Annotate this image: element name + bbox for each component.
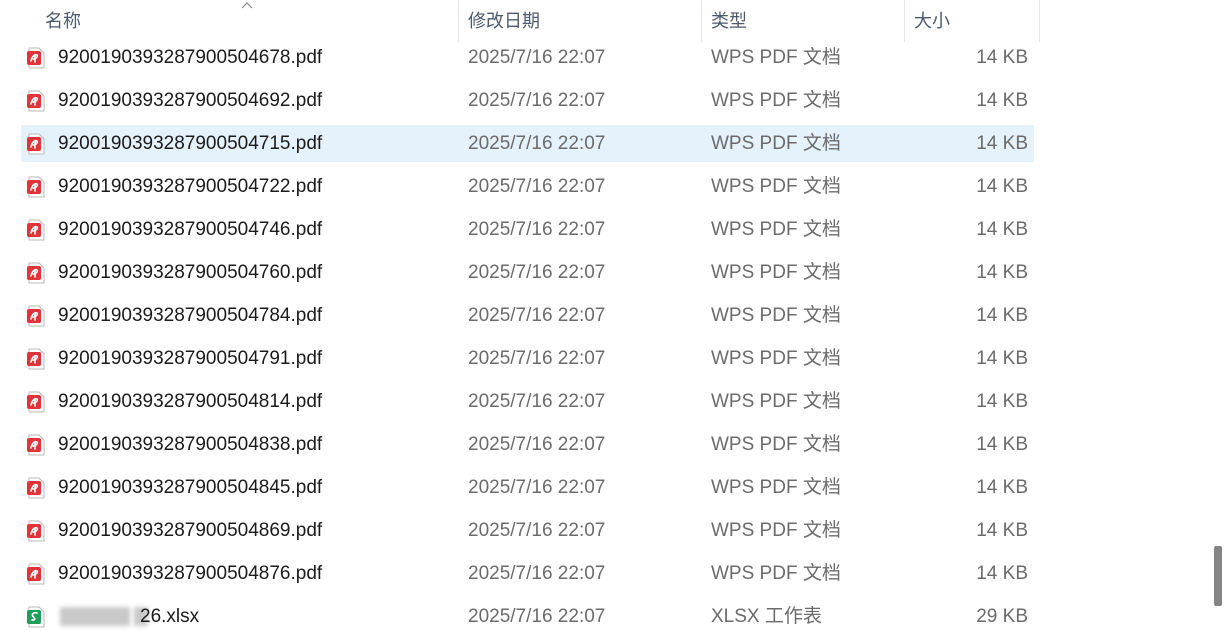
pdf-icon	[27, 305, 45, 327]
column-header: 名称 修改日期 类型 大小	[0, 0, 1227, 42]
file-date: 2025/7/16 22:07	[468, 477, 606, 498]
file-type: WPS PDF 文档	[711, 176, 841, 197]
file-size: 14 KB	[976, 47, 1028, 68]
file-name: 9200190393287900504746.pdf	[58, 219, 323, 240]
file-name: 9200190393287900504692.pdf	[58, 90, 323, 111]
file-date: 2025/7/16 22:07	[468, 305, 606, 326]
file-row[interactable]: 9200190393287900504876.pdf 2025/7/16 22:0…	[21, 555, 1034, 592]
file-size: 14 KB	[976, 520, 1028, 541]
pdf-icon	[27, 262, 45, 284]
file-name: 9200190393287900504791.pdf	[58, 348, 323, 369]
pdf-icon	[27, 90, 45, 112]
file-size: 14 KB	[976, 262, 1028, 283]
file-row[interactable]: 26.xlsx 2025/7/16 22:07 XLSX 工作表 29 KB	[21, 598, 1034, 633]
file-name: 9200190393287900504722.pdf	[58, 176, 323, 197]
file-name: 9200190393287900504784.pdf	[58, 305, 323, 326]
file-date: 2025/7/16 22:07	[468, 262, 606, 283]
file-type: WPS PDF 文档	[711, 391, 841, 412]
pdf-icon	[27, 477, 45, 499]
pdf-icon	[27, 348, 45, 370]
file-date: 2025/7/16 22:07	[468, 606, 606, 627]
file-size: 14 KB	[976, 133, 1028, 154]
file-type: WPS PDF 文档	[711, 563, 841, 584]
file-date: 2025/7/16 22:07	[468, 47, 606, 68]
file-size: 14 KB	[976, 305, 1028, 326]
file-explorer-window: 名称 修改日期 类型 大小 9200190393287900504678.pdf…	[0, 0, 1227, 633]
file-row[interactable]: 9200190393287900504715.pdf 2025/7/16 22:0…	[21, 125, 1034, 162]
file-size: 29 KB	[976, 606, 1028, 627]
file-name: 9200190393287900504715.pdf	[58, 133, 323, 154]
file-type: WPS PDF 文档	[711, 520, 841, 541]
file-type: XLSX 工作表	[711, 606, 822, 627]
file-row[interactable]: 9200190393287900504722.pdf 2025/7/16 22:0…	[21, 168, 1034, 205]
file-name: 9200190393287900504876.pdf	[58, 563, 323, 584]
pdf-icon	[27, 219, 45, 241]
pdf-icon	[27, 176, 45, 198]
file-name: 9200190393287900504760.pdf	[58, 262, 323, 283]
file-row[interactable]: 9200190393287900504814.pdf 2025/7/16 22:0…	[21, 383, 1034, 420]
file-name: 9200190393287900504678.pdf	[58, 47, 323, 68]
file-type: WPS PDF 文档	[711, 348, 841, 369]
vertical-scrollbar[interactable]	[1210, 0, 1227, 633]
column-header-type-label: 类型	[711, 11, 747, 31]
file-type: WPS PDF 文档	[711, 90, 841, 111]
file-size: 14 KB	[976, 90, 1028, 111]
pdf-icon	[27, 47, 45, 69]
file-type: WPS PDF 文档	[711, 434, 841, 455]
scrollbar-thumb[interactable]	[1214, 546, 1222, 606]
file-size: 14 KB	[976, 348, 1028, 369]
column-header-date-label: 修改日期	[468, 11, 540, 31]
column-header-name-label: 名称	[45, 11, 81, 31]
file-row[interactable]: 9200190393287900504869.pdf 2025/7/16 22:0…	[21, 512, 1034, 549]
file-date: 2025/7/16 22:07	[468, 176, 606, 197]
file-row[interactable]: 9200190393287900504845.pdf 2025/7/16 22:0…	[21, 469, 1034, 506]
file-row[interactable]: 9200190393287900504678.pdf 2025/7/16 22:0…	[21, 39, 1034, 76]
redacted-name-block	[60, 607, 130, 626]
file-date: 2025/7/16 22:07	[468, 348, 606, 369]
file-date: 2025/7/16 22:07	[468, 434, 606, 455]
pdf-icon	[27, 563, 45, 585]
column-header-size[interactable]: 大小	[905, 0, 1039, 42]
file-type: WPS PDF 文档	[711, 305, 841, 326]
file-date: 2025/7/16 22:07	[468, 133, 606, 154]
file-size: 14 KB	[976, 477, 1028, 498]
file-type: WPS PDF 文档	[711, 262, 841, 283]
file-row[interactable]: 9200190393287900504784.pdf 2025/7/16 22:0…	[21, 297, 1034, 334]
column-header-date[interactable]: 修改日期	[459, 0, 701, 42]
column-header-type[interactable]: 类型	[702, 0, 904, 42]
file-type: WPS PDF 文档	[711, 477, 841, 498]
file-name: 9200190393287900504838.pdf	[58, 434, 323, 455]
file-type: WPS PDF 文档	[711, 47, 841, 68]
xlsx-icon	[27, 606, 45, 628]
file-type: WPS PDF 文档	[711, 219, 841, 240]
file-row[interactable]: 9200190393287900504760.pdf 2025/7/16 22:0…	[21, 254, 1034, 291]
pdf-icon	[27, 391, 45, 413]
pdf-icon	[27, 434, 45, 456]
file-size: 14 KB	[976, 434, 1028, 455]
file-name: 26.xlsx	[58, 598, 199, 633]
column-divider[interactable]	[1039, 0, 1040, 42]
file-size: 14 KB	[976, 176, 1028, 197]
file-size: 14 KB	[976, 563, 1028, 584]
column-header-size-label: 大小	[914, 11, 950, 31]
column-header-name[interactable]: 名称	[36, 0, 458, 42]
file-name: 9200190393287900504845.pdf	[58, 477, 323, 498]
file-row[interactable]: 9200190393287900504791.pdf 2025/7/16 22:0…	[21, 340, 1034, 377]
file-type: WPS PDF 文档	[711, 133, 841, 154]
file-row[interactable]: 9200190393287900504692.pdf 2025/7/16 22:0…	[21, 82, 1034, 119]
file-date: 2025/7/16 22:07	[468, 563, 606, 584]
file-date: 2025/7/16 22:07	[468, 219, 606, 240]
pdf-icon	[27, 133, 45, 155]
file-row[interactable]: 9200190393287900504838.pdf 2025/7/16 22:0…	[21, 426, 1034, 463]
file-name-text: 26.xlsx	[140, 606, 200, 627]
file-date: 2025/7/16 22:07	[468, 391, 606, 412]
file-size: 14 KB	[976, 391, 1028, 412]
file-date: 2025/7/16 22:07	[468, 90, 606, 111]
file-name: 9200190393287900504814.pdf	[58, 391, 323, 412]
file-name: 9200190393287900504869.pdf	[58, 520, 323, 541]
file-row[interactable]: 9200190393287900504746.pdf 2025/7/16 22:0…	[21, 211, 1034, 248]
file-date: 2025/7/16 22:07	[468, 520, 606, 541]
pdf-icon	[27, 520, 45, 542]
file-size: 14 KB	[976, 219, 1028, 240]
